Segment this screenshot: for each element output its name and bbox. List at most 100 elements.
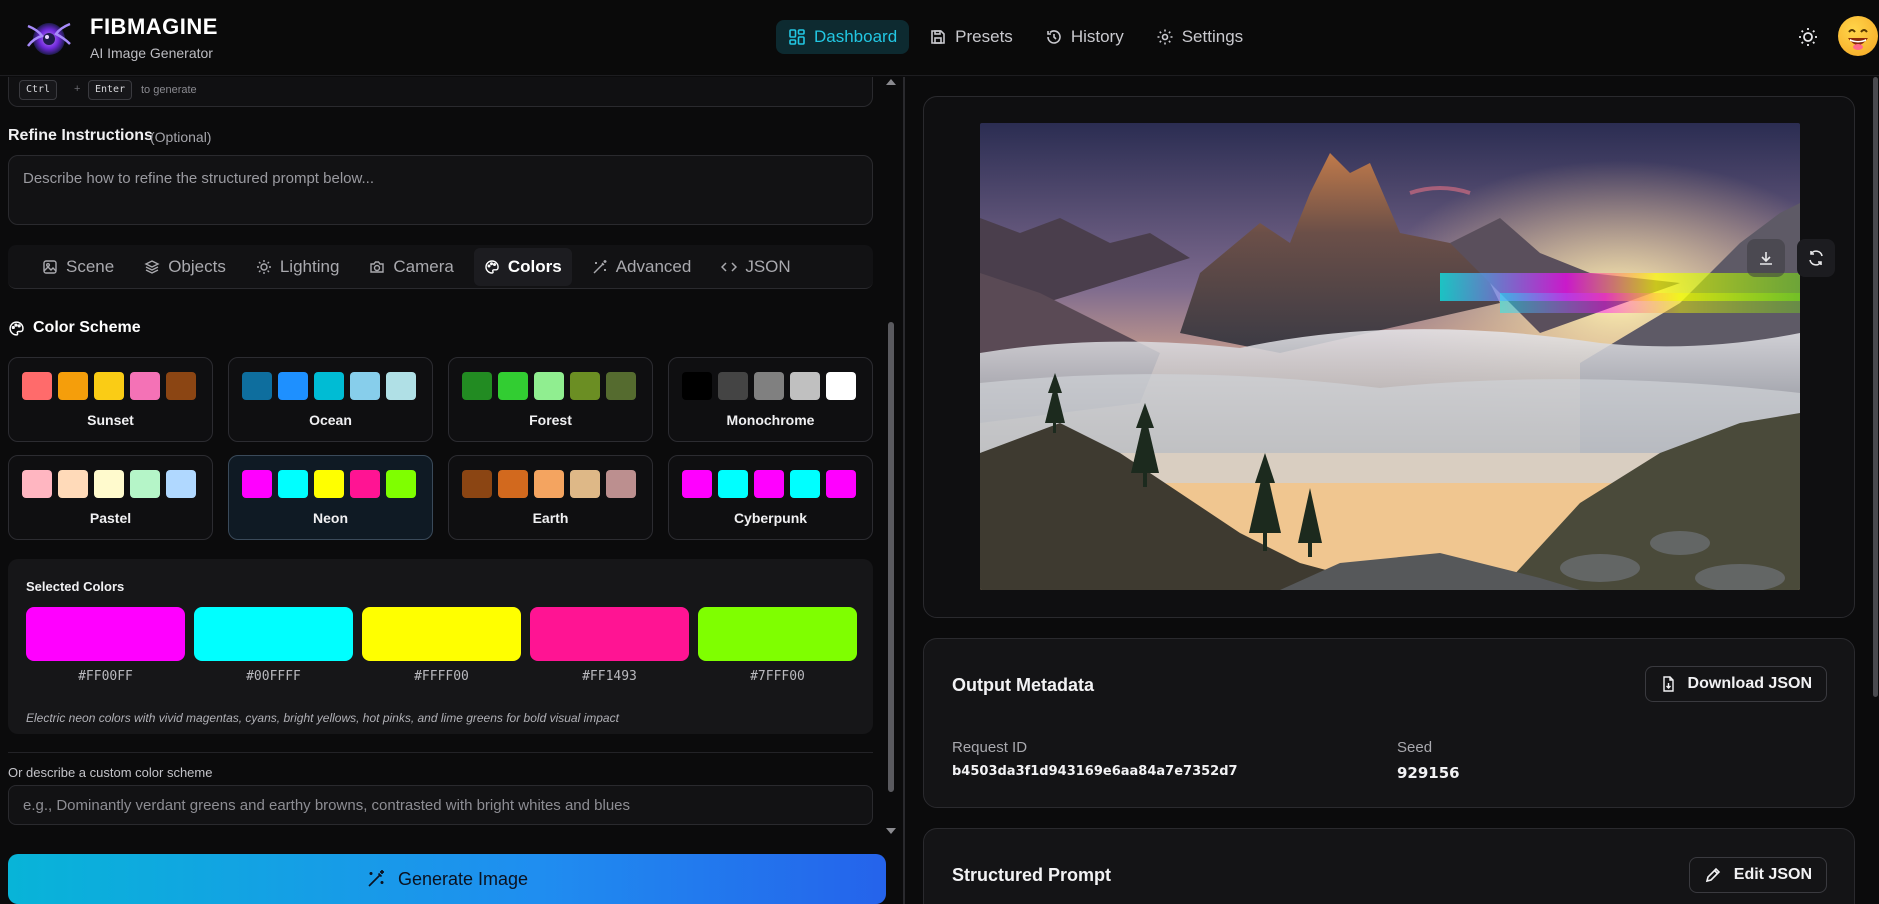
sun-theme-toggle-icon[interactable]: [1797, 26, 1819, 48]
right-scrollbar[interactable]: [1871, 77, 1879, 904]
tab-json[interactable]: JSON: [711, 248, 800, 286]
user-avatar[interactable]: [1838, 16, 1878, 56]
prompt-input-bottom[interactable]: Ctrl + Enter to generate: [8, 77, 873, 107]
nav-presets-label: Presets: [955, 27, 1013, 46]
selected-color-item[interactable]: #FF00FF: [26, 607, 185, 684]
scheme-swatches: [242, 470, 416, 498]
right-scroll-thumb[interactable]: [1873, 77, 1878, 697]
color-swatch: [462, 372, 492, 400]
color-swatch: [534, 372, 564, 400]
layers-icon: [144, 259, 160, 274]
scheme-swatches: [682, 470, 856, 498]
file-download-icon: [1662, 676, 1674, 692]
scheme-swatches: [22, 372, 196, 400]
scheme-card-cyberpunk[interactable]: Cyberpunk: [668, 455, 873, 540]
color-swatch: [682, 372, 712, 400]
selected-color-hex: #7FFF00: [750, 669, 805, 684]
scheme-card-label: Earth: [532, 510, 569, 526]
tab-lighting-label: Lighting: [279, 256, 340, 276]
logo-icon: [27, 22, 71, 55]
tab-scene[interactable]: Scene: [32, 248, 124, 286]
color-swatch: [94, 470, 124, 498]
refine-instructions-input[interactable]: Describe how to refine the structured pr…: [8, 155, 873, 225]
color-swatch: [498, 372, 528, 400]
generate-label: Generate Image: [397, 868, 529, 889]
scroll-thumb[interactable]: [888, 322, 894, 792]
selected-color-swatch[interactable]: [530, 607, 689, 661]
color-swatch: [58, 372, 88, 400]
selected-color-item[interactable]: #FFFF00: [362, 607, 521, 684]
scheme-card-monochrome[interactable]: Monochrome: [668, 357, 873, 442]
selected-color-hex: #FF00FF: [78, 669, 133, 684]
color-swatch: [314, 470, 344, 498]
gear-icon: [1157, 29, 1173, 45]
color-swatch: [462, 470, 492, 498]
color-swatch: [826, 372, 856, 400]
edit-json-button[interactable]: Edit JSON: [1688, 857, 1827, 893]
dashboard-icon: [789, 29, 805, 45]
nav-settings[interactable]: Settings: [1144, 20, 1255, 54]
download-json-button[interactable]: Download JSON: [1644, 666, 1827, 702]
download-image-button[interactable]: [1747, 239, 1785, 277]
scheme-card-sunset[interactable]: Sunset: [8, 357, 213, 442]
selected-color-item[interactable]: #7FFF00: [698, 607, 857, 684]
edit-json-label: Edit JSON: [1733, 866, 1812, 883]
scheme-card-pastel[interactable]: Pastel: [8, 455, 213, 540]
color-swatch: [790, 470, 820, 498]
scheme-swatches: [242, 372, 416, 400]
color-swatch: [242, 470, 272, 498]
scheme-card-earth[interactable]: Earth: [448, 455, 653, 540]
tab-camera-label: Camera: [393, 256, 454, 276]
tab-scene-label: Scene: [66, 256, 115, 276]
sun-icon: [256, 259, 271, 274]
prompt-panel: Ctrl + Enter to generate Refine Instruct…: [0, 77, 900, 904]
palette-icon: [9, 320, 24, 336]
color-swatch: [58, 470, 88, 498]
selected-color-swatch[interactable]: [362, 607, 521, 661]
generate-image-button[interactable]: Generate Image: [8, 854, 886, 904]
selected-color-item[interactable]: #00FFFF: [194, 607, 353, 684]
tab-objects-label: Objects: [168, 256, 226, 276]
tab-advanced-label: Advanced: [615, 256, 692, 276]
scheme-card-forest[interactable]: Forest: [448, 357, 653, 442]
kbd-plus: +: [74, 83, 81, 95]
nav-history[interactable]: History: [1033, 20, 1136, 54]
selected-color-hex: #FF1493: [582, 669, 637, 684]
nav-settings-label: Settings: [1181, 27, 1244, 46]
left-scrollbar[interactable]: [885, 77, 897, 837]
scheme-card-label: Ocean: [309, 412, 352, 428]
tab-colors[interactable]: Colors: [473, 247, 572, 286]
structured-prompt-card: Structured Prompt Edit JSON: [923, 828, 1855, 904]
selected-color-swatch[interactable]: [26, 607, 185, 661]
color-swatch: [242, 372, 272, 400]
color-swatch: [278, 470, 308, 498]
color-swatch: [386, 470, 416, 498]
custom-scheme-input[interactable]: e.g., Dominantly verdant greens and eart…: [8, 785, 873, 825]
selected-color-hex: #00FFFF: [246, 669, 301, 684]
tab-advanced[interactable]: Advanced: [582, 248, 702, 286]
scheme-card-ocean[interactable]: Ocean: [228, 357, 433, 442]
scheme-card-label: Neon: [313, 510, 348, 526]
color-swatch: [94, 372, 124, 400]
color-swatch: [682, 470, 712, 498]
tab-camera[interactable]: Camera: [359, 248, 463, 286]
scroll-down-arrow[interactable]: [886, 828, 896, 834]
scheme-card-neon[interactable]: Neon: [228, 455, 433, 540]
scroll-up-arrow[interactable]: [886, 79, 896, 85]
nav-dashboard[interactable]: Dashboard: [776, 20, 910, 54]
scheme-card-label: Monochrome: [726, 412, 815, 428]
regenerate-button[interactable]: [1797, 239, 1835, 277]
brand-subtitle: AI Image Generator: [90, 45, 213, 61]
tab-objects[interactable]: Objects: [134, 248, 236, 286]
kbd-enter: Enter: [88, 80, 133, 100]
selected-color-item[interactable]: #FF1493: [530, 607, 689, 684]
nav-presets[interactable]: Presets: [917, 20, 1025, 54]
color-swatch: [570, 372, 600, 400]
selected-color-swatch[interactable]: [698, 607, 857, 661]
generated-image-card: [923, 96, 1855, 618]
color-swatch: [278, 372, 308, 400]
app-header: FIBMAGINE AI Image Generator Dashboard P…: [0, 0, 1879, 76]
tab-lighting[interactable]: Lighting: [246, 248, 350, 286]
selected-color-swatch[interactable]: [194, 607, 353, 661]
nav-history-label: History: [1070, 27, 1124, 46]
